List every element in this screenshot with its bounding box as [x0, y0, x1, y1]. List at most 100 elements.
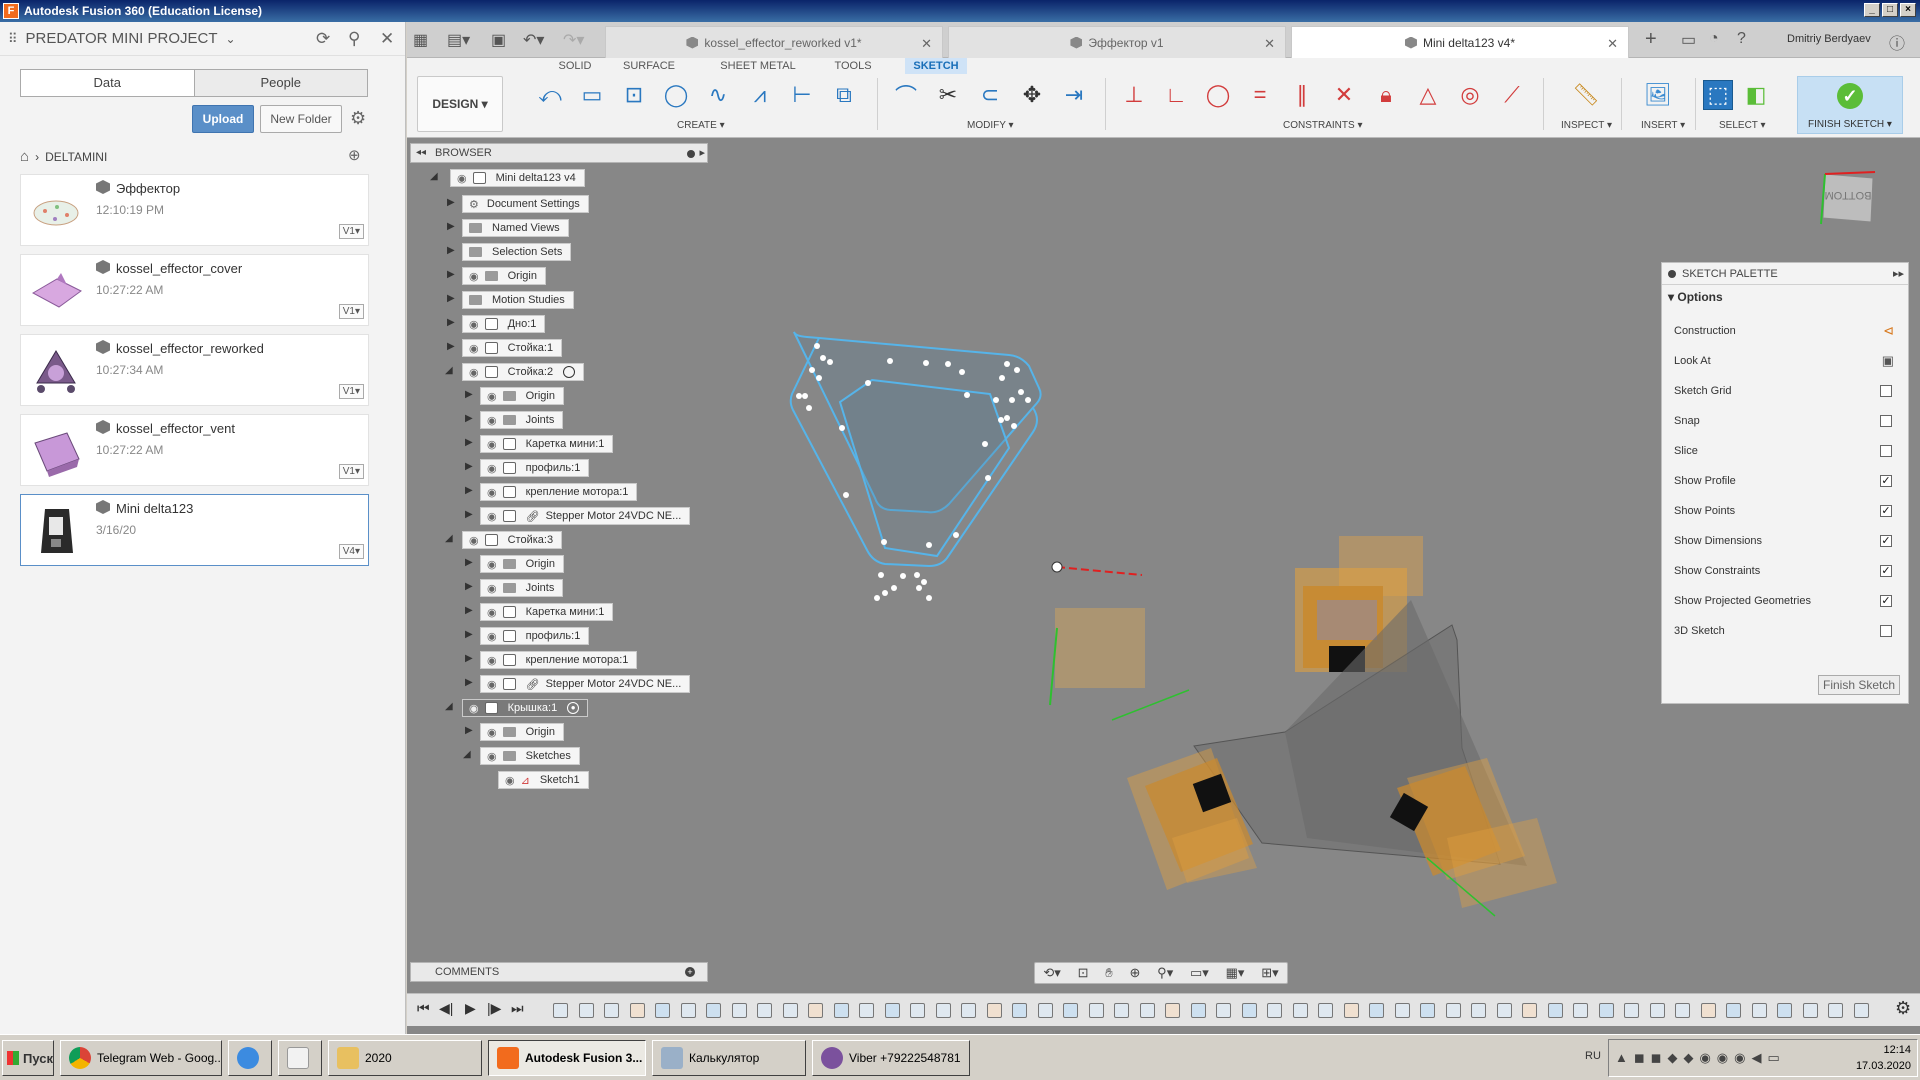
file-card[interactable]: kossel_effector_cover 10:27:22 AM V1▾: [20, 254, 369, 326]
eye-icon[interactable]: ◉: [505, 774, 515, 787]
fix-constraint-icon[interactable]: 🔒︎: [1371, 80, 1401, 110]
tree-node[interactable]: ◉ Joints: [480, 579, 564, 597]
pan-icon[interactable]: ✋︎: [1105, 965, 1112, 981]
eye-icon[interactable]: ◉: [469, 318, 479, 331]
expand-arrow-icon[interactable]: ▶: [465, 509, 473, 520]
options-section[interactable]: ▾ Options: [1662, 285, 1908, 309]
extend-tool-icon[interactable]: ⇥: [1059, 80, 1089, 110]
breadcrumb-folder[interactable]: DELTAMINI: [45, 150, 107, 164]
tab-solid[interactable]: SOLID: [551, 58, 599, 74]
sketch-profile[interactable]: [789, 331, 1042, 601]
timeline-feature[interactable]: [1751, 1003, 1767, 1018]
expand-arrow-icon[interactable]: ▶: [465, 413, 473, 424]
expand-arrow-icon[interactable]: ▶: [465, 437, 473, 448]
file-card[interactable]: kossel_effector_reworked 10:27:34 AM V1▾: [20, 334, 369, 406]
expand-arrow-icon[interactable]: ▶: [447, 317, 455, 328]
tab-document[interactable]: Эффектор v1 ✕: [948, 26, 1286, 58]
timeline-feature[interactable]: [604, 1003, 619, 1018]
help-icon[interactable]: ?: [1737, 30, 1746, 48]
eye-icon[interactable]: ◉: [487, 678, 497, 691]
tree-node[interactable]: ◉ Origin: [480, 723, 564, 741]
tree-node[interactable]: Named Views: [462, 219, 569, 237]
look-at-icon[interactable]: ⊡: [1078, 965, 1089, 981]
timeline-feature[interactable]: [1241, 1003, 1257, 1018]
tree-node[interactable]: ◉ Sketches: [480, 747, 580, 765]
file-card[interactable]: Mini delta123 3/16/20 V4▾: [20, 494, 369, 566]
go-to-start-icon[interactable]: ⏮︎: [417, 1000, 430, 1017]
timeline-feature[interactable]: [961, 1003, 976, 1018]
eye-icon[interactable]: ◉: [469, 342, 479, 355]
timeline-feature[interactable]: [1394, 1003, 1410, 1018]
timeline-feature[interactable]: [731, 1003, 747, 1018]
timeline-feature[interactable]: [1598, 1003, 1614, 1018]
equal-constraint-icon[interactable]: =: [1245, 80, 1275, 110]
tree-node[interactable]: ◉ Дно:1: [462, 315, 546, 333]
timeline-feature[interactable]: [1318, 1003, 1333, 1018]
tab-document[interactable]: kossel_effector_reworked v1* ✕: [605, 26, 943, 58]
go-to-end-icon[interactable]: ⏭︎: [511, 1000, 524, 1017]
file-card[interactable]: Эффектор 12:10:19 PM V1▾: [20, 174, 369, 246]
gear-icon[interactable]: ⚙: [1895, 998, 1911, 1019]
timeline-feature[interactable]: [859, 1003, 874, 1018]
taskbar-item[interactable]: Telegram Web - Goog...: [60, 1040, 222, 1076]
coincident-constraint-icon[interactable]: ⊥: [1119, 80, 1149, 110]
expand-arrow-icon[interactable]: ▶: [465, 725, 473, 736]
redo-icon[interactable]: ↷▾: [563, 30, 584, 50]
activate-radio-icon[interactable]: [563, 366, 576, 378]
fillet-tool-icon[interactable]: ⌒: [891, 80, 921, 110]
clock[interactable]: 12:14 17.03.2020: [1856, 1042, 1911, 1074]
tree-node[interactable]: ◉ Стойка:3: [462, 531, 563, 549]
select-menu[interactable]: SELECT ▾: [1719, 120, 1766, 131]
timeline-feature[interactable]: [1420, 1003, 1435, 1018]
save-icon[interactable]: ▣: [491, 30, 506, 50]
comments-bar[interactable]: COMMENTS +: [410, 962, 708, 982]
eye-icon[interactable]: ◉: [487, 486, 497, 499]
trim-tool-icon[interactable]: ✂: [933, 80, 963, 110]
expand-arrow-icon[interactable]: ▶: [447, 341, 455, 352]
selection-filter-icon[interactable]: ◧: [1741, 80, 1771, 110]
timeline-feature[interactable]: [629, 1003, 645, 1018]
tree-node[interactable]: ◉ профиль:1: [480, 459, 590, 477]
taskbar-item[interactable]: Калькулятор: [652, 1040, 806, 1076]
taskbar-item[interactable]: [278, 1040, 322, 1076]
timeline-feature[interactable]: [1012, 1003, 1027, 1018]
apps-grid-icon[interactable]: ▦: [413, 30, 428, 50]
timeline-feature[interactable]: [1369, 1003, 1384, 1018]
dimension-tool-icon[interactable]: ⊢: [787, 80, 817, 110]
eye-icon[interactable]: ◉: [487, 390, 497, 403]
help-circle-icon[interactable]: ⓘ: [1889, 30, 1905, 54]
timeline-feature[interactable]: [757, 1003, 772, 1018]
tree-node[interactable]: ◉ Каретка мини:1: [480, 435, 614, 453]
timeline-feature[interactable]: [1139, 1003, 1155, 1018]
play-icon[interactable]: ▶: [465, 1000, 476, 1017]
circle-tool-icon[interactable]: ◯: [661, 80, 691, 110]
close-icon[interactable]: ✕: [380, 29, 394, 49]
tab-people[interactable]: People: [193, 70, 367, 96]
add-comment-icon[interactable]: +: [685, 967, 695, 977]
collapse-arrow-icon[interactable]: ◢: [430, 171, 438, 182]
checkbox[interactable]: [1880, 415, 1892, 427]
checkbox[interactable]: [1880, 445, 1892, 457]
eye-icon[interactable]: ◉: [487, 558, 497, 571]
timeline-feature[interactable]: [1471, 1003, 1486, 1018]
eye-icon[interactable]: ◉: [469, 702, 479, 715]
insert-image-icon[interactable]: 🖼︎: [1643, 80, 1673, 110]
finish-sketch-button[interactable]: ✓ FINISH SKETCH ▾: [1797, 76, 1903, 134]
eye-icon[interactable]: ◉: [487, 726, 497, 739]
timeline-feature[interactable]: [1573, 1003, 1588, 1018]
create-menu[interactable]: CREATE ▾: [677, 120, 725, 131]
eye-icon[interactable]: ◉: [487, 462, 497, 475]
perpendicular-constraint-icon[interactable]: ∟: [1161, 80, 1191, 110]
timeline-feature[interactable]: [706, 1003, 721, 1018]
tree-node[interactable]: ◉ Origin: [480, 387, 564, 405]
tray-icons[interactable]: ▲◼◼◆◆◉◉◉◀▭: [1615, 1050, 1786, 1066]
tree-node[interactable]: ◉ Стойка:1: [462, 339, 563, 357]
undo-icon[interactable]: ↶▾: [523, 30, 544, 50]
project-tool-icon[interactable]: ⧉: [829, 80, 859, 110]
tree-node[interactable]: ◉ 🔗︎ Stepper Motor 24VDC NE...: [480, 675, 691, 693]
timeline-feature[interactable]: [578, 1003, 594, 1018]
concentric-constraint-icon[interactable]: ◎: [1455, 80, 1485, 110]
midpoint-constraint-icon[interactable]: ✕: [1329, 80, 1359, 110]
taskbar-item[interactable]: Viber +79222548781: [812, 1040, 970, 1076]
spline-tool-icon[interactable]: ∿: [703, 80, 733, 110]
